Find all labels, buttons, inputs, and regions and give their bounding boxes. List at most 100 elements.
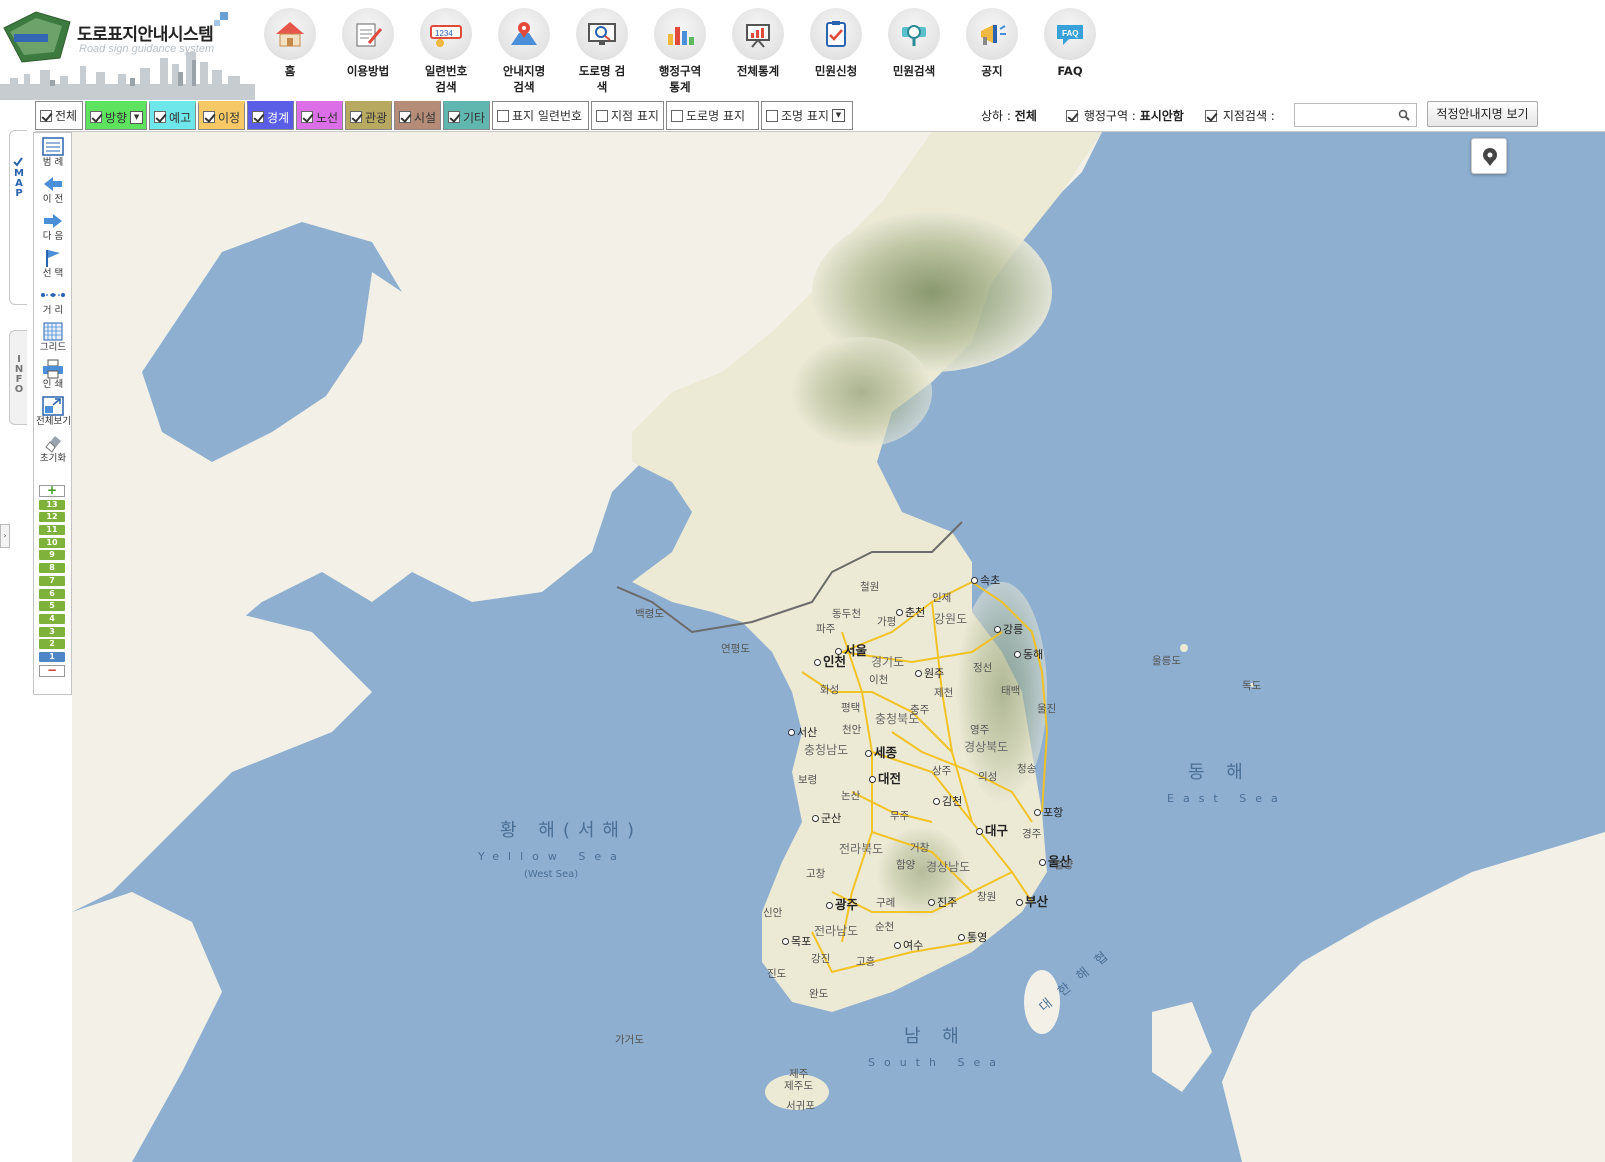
city-marker-icon bbox=[928, 899, 935, 906]
filter-2[interactable]: 예고 bbox=[149, 101, 196, 130]
filter-label: 노선 bbox=[316, 110, 339, 125]
map-place: 울진 bbox=[1037, 703, 1057, 715]
logo[interactable]: 도로표지안내시스템 Road sign guidance system bbox=[0, 0, 255, 100]
zoom-level-3[interactable]: 3 bbox=[39, 626, 65, 637]
filter-checkbox[interactable] bbox=[203, 111, 215, 123]
arrow-left-icon bbox=[44, 177, 62, 191]
nav-complaint-search[interactable]: 민원검색 bbox=[874, 8, 954, 79]
filter-checkbox[interactable] bbox=[350, 111, 362, 123]
zoom-out-button[interactable]: − bbox=[39, 664, 65, 677]
zoom-level-5[interactable]: 5 bbox=[39, 601, 65, 612]
my-location-button[interactable] bbox=[1471, 138, 1507, 174]
filter-checkbox[interactable] bbox=[448, 111, 460, 123]
nav-notice[interactable]: 공지 bbox=[952, 8, 1032, 79]
filter-10[interactable]: 지점 표지 bbox=[591, 101, 664, 130]
nav-serial-search[interactable]: 1234 일련번호 검색 bbox=[406, 8, 486, 95]
filter-checkbox[interactable] bbox=[497, 109, 509, 122]
distance-button[interactable]: 거 리 bbox=[36, 283, 70, 319]
city-name: 세종 bbox=[874, 745, 898, 760]
map-toolbar: 범 례 이 전 다 음 선 택 거 리 그리드 인 쇄 전체보기 초기화 + 1… bbox=[33, 132, 72, 695]
chevron-down-icon[interactable]: ▼ bbox=[831, 109, 845, 122]
map-province: 충청남도 bbox=[804, 743, 849, 757]
point-search-input[interactable] bbox=[1294, 103, 1417, 127]
full-extent-button[interactable]: 전체보기 bbox=[36, 394, 71, 430]
zoom-level-2[interactable]: 2 bbox=[39, 639, 65, 650]
previous-button[interactable]: 이 전 bbox=[36, 172, 70, 208]
filter-checkbox[interactable] bbox=[399, 111, 411, 123]
filter-checkbox[interactable] bbox=[154, 111, 166, 123]
svg-text:FAQ: FAQ bbox=[1062, 29, 1078, 38]
filter-checkbox[interactable] bbox=[40, 109, 52, 122]
filter-checkbox[interactable] bbox=[671, 109, 683, 122]
nav-complaint-apply[interactable]: 민원신청 bbox=[796, 8, 876, 79]
map-city: 서산 bbox=[788, 724, 817, 740]
map-place: 울릉도 bbox=[1152, 655, 1181, 667]
proper-guide-place-button[interactable]: 적정안내지명 보기 bbox=[1427, 101, 1538, 127]
chevron-down-icon[interactable]: ▼ bbox=[130, 110, 144, 124]
zoom-level-4[interactable]: 4 bbox=[39, 613, 65, 624]
check-icon bbox=[13, 157, 23, 167]
nav-admin-stats[interactable]: 행정구역 통계 bbox=[640, 8, 720, 95]
city-marker-icon bbox=[958, 934, 965, 941]
filter-7[interactable]: 시설 bbox=[394, 101, 441, 130]
map-city: 원주 bbox=[915, 665, 944, 681]
direction-label: 상하 : bbox=[981, 109, 1011, 123]
search-icon[interactable] bbox=[1398, 109, 1410, 121]
nav-road-search[interactable]: 도로명 검 색 bbox=[562, 8, 642, 95]
admin-area-toggle[interactable]: 행정구역 : 표시안함 bbox=[1066, 107, 1184, 124]
filter-5[interactable]: 노선 bbox=[296, 101, 343, 130]
nav-faq[interactable]: FAQ FAQ bbox=[1030, 8, 1110, 79]
direction-value[interactable]: 전체 bbox=[1015, 109, 1037, 123]
zoom-level-6[interactable]: 6 bbox=[39, 588, 65, 599]
print-button[interactable]: 인 쇄 bbox=[36, 357, 70, 393]
map-city: 여수 bbox=[894, 937, 923, 953]
filter-8[interactable]: 기타 bbox=[443, 101, 490, 130]
map-place: 서귀포 bbox=[786, 1100, 815, 1112]
zoom-level-11[interactable]: 11 bbox=[39, 525, 65, 536]
zoom-level-9[interactable]: 9 bbox=[39, 550, 65, 561]
select-button[interactable]: 선 택 bbox=[36, 246, 70, 282]
filter-0[interactable]: 전체 bbox=[35, 101, 83, 130]
filter-checkbox[interactable] bbox=[252, 111, 264, 123]
point-search-toggle[interactable]: 지점검색 : bbox=[1205, 107, 1275, 124]
panel-collapse-button[interactable]: › bbox=[0, 524, 10, 548]
zoom-level-1[interactable]: 1 bbox=[39, 651, 65, 662]
zoom-slider[interactable]: + 13 12 11 10 9 8 7 6 5 4 3 2 1 − bbox=[38, 484, 68, 677]
filter-6[interactable]: 관광 bbox=[345, 101, 392, 130]
east-sea-label: 동 해 bbox=[1188, 762, 1251, 783]
filter-3[interactable]: 이정 bbox=[198, 101, 245, 130]
filter-checkbox[interactable] bbox=[301, 111, 313, 123]
tab-map[interactable]: MAP bbox=[9, 130, 27, 305]
filter-12[interactable]: 조명 표지 ▼ bbox=[761, 101, 853, 130]
filter-4[interactable]: 경계 bbox=[247, 101, 294, 130]
map-province: 경기도 bbox=[871, 655, 905, 669]
zoom-level-7[interactable]: 7 bbox=[39, 575, 65, 586]
admin-area-checkbox[interactable] bbox=[1066, 110, 1078, 122]
zoom-level-13[interactable]: 13 bbox=[39, 499, 65, 510]
zoom-level-10[interactable]: 10 bbox=[39, 537, 65, 548]
zoom-in-button[interactable]: + bbox=[39, 484, 65, 497]
nav-usage[interactable]: 이용방법 bbox=[328, 8, 408, 79]
guide-icon bbox=[342, 8, 394, 60]
nav-place-search[interactable]: 안내지명 검색 bbox=[484, 8, 564, 95]
next-button[interactable]: 다 음 bbox=[36, 209, 70, 245]
filter-9[interactable]: 표지 일련번호 bbox=[492, 101, 589, 130]
filter-1[interactable]: 방향 ▼ bbox=[85, 101, 147, 130]
point-search-checkbox[interactable] bbox=[1205, 110, 1217, 122]
zoom-level-12[interactable]: 12 bbox=[39, 512, 65, 523]
zoom-level-8[interactable]: 8 bbox=[39, 563, 65, 574]
filter-11[interactable]: 도로명 표지 bbox=[666, 101, 759, 130]
tab-info[interactable]: INFO bbox=[9, 330, 27, 425]
map-canvas[interactable]: 서울 인천 세종 대전 대구 광주 부산 울산 속초 춘천 강릉 동해 원주 서산 김천 군산 포항 진주 목포 여수… bbox=[72, 132, 1605, 1162]
grid-button[interactable]: 그리드 bbox=[36, 320, 70, 356]
distance-icon bbox=[41, 293, 65, 297]
nav-home[interactable]: 홈 bbox=[250, 8, 330, 79]
legend-button[interactable]: 범 례 bbox=[36, 135, 70, 171]
filter-checkbox[interactable] bbox=[90, 111, 102, 123]
nav-total-stats[interactable]: 전체통계 bbox=[718, 8, 798, 79]
filter-checkbox[interactable] bbox=[766, 109, 778, 122]
reset-button[interactable]: 초기화 bbox=[36, 431, 70, 467]
app-title: 도로표지안내시스템 bbox=[77, 25, 214, 45]
map-place: 정선 bbox=[973, 662, 993, 674]
filter-checkbox[interactable] bbox=[596, 109, 608, 122]
